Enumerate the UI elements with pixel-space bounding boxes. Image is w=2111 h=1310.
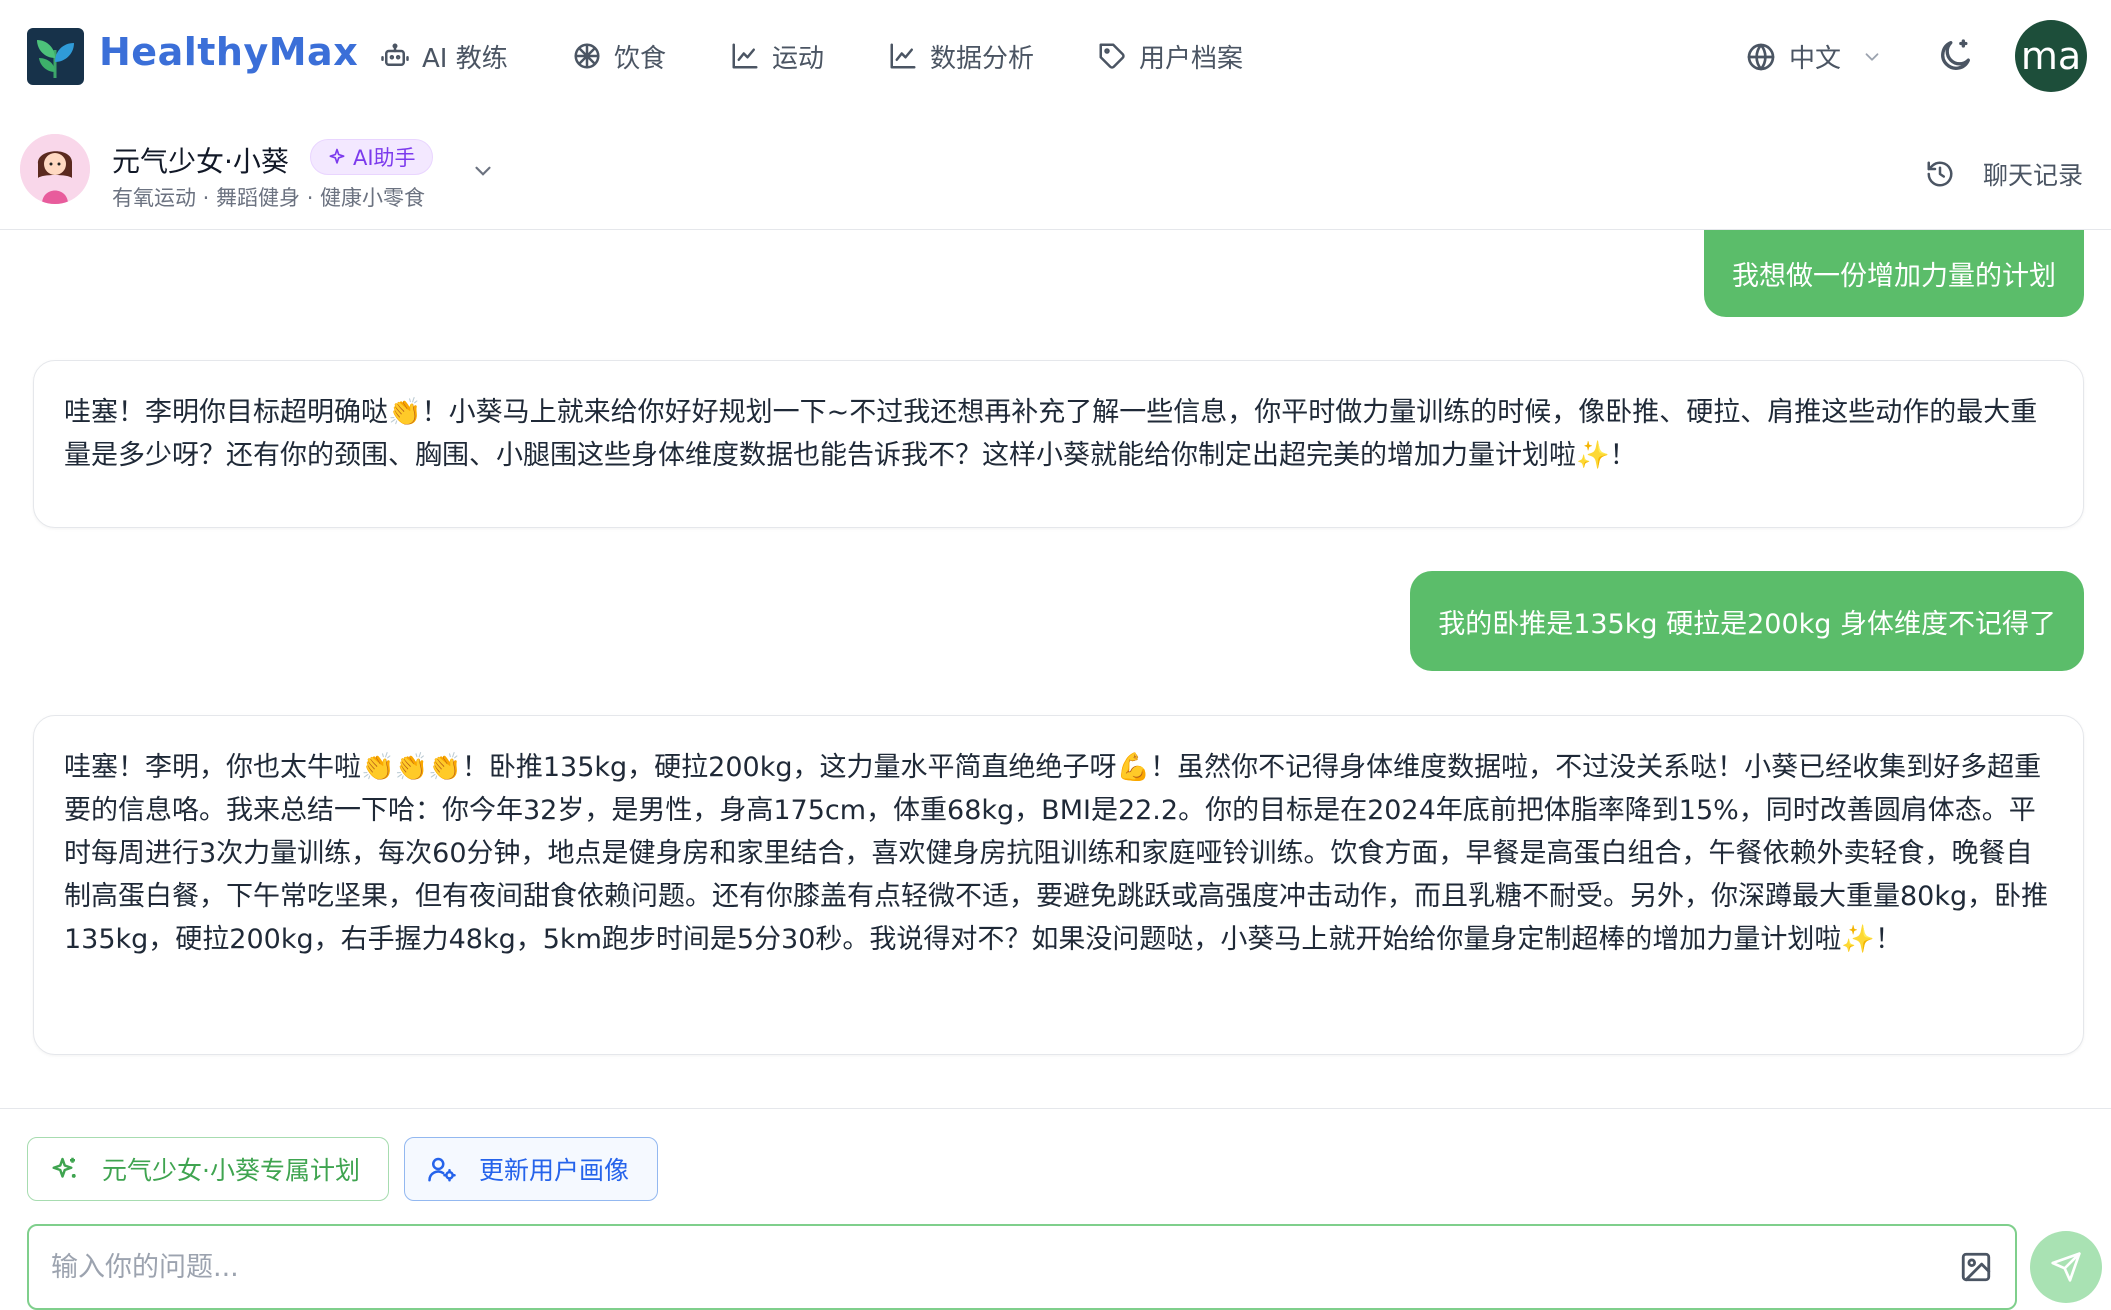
healthymax-logo[interactable] xyxy=(27,28,84,85)
send-icon xyxy=(2051,1252,2081,1282)
history-icon xyxy=(1927,161,1953,187)
nav-diet[interactable]: 饮食 xyxy=(572,38,666,74)
tag-icon xyxy=(1099,43,1125,69)
chat-history-label: 聊天记录 xyxy=(1983,161,2084,190)
message-text: 哇塞！李明，你也太牛啦👏👏👏！卧推135kg，硬拉200kg，这力量水平简直绝绝… xyxy=(64,752,2049,955)
nav-ai-coach[interactable]: AI 教练 xyxy=(380,38,508,74)
nav-diet-label: 饮食 xyxy=(614,43,667,74)
image-upload-button[interactable] xyxy=(1959,1250,1993,1284)
moon-icon xyxy=(1941,39,1970,70)
user-settings-icon xyxy=(428,1157,456,1182)
nav-exercise-label: 运动 xyxy=(772,43,825,74)
chevron-down-icon xyxy=(1865,52,1879,61)
ai-badge-label: AI助手 xyxy=(353,146,416,170)
chat-input-container xyxy=(27,1224,2017,1310)
assistant-message: 哇塞！李明，你也太牛啦👏👏👏！卧推135kg，硬拉200kg，这力量水平简直绝绝… xyxy=(33,715,2084,1055)
input-divider xyxy=(0,1108,2111,1109)
nav-user-profile-label: 用户档案 xyxy=(1139,43,1244,74)
sparkle-icon xyxy=(329,148,345,164)
nav-data-analysis[interactable]: 数据分析 xyxy=(888,38,1034,74)
sparkles-icon xyxy=(52,1157,76,1178)
chevron-down-icon xyxy=(475,166,491,176)
chart-line-icon xyxy=(732,43,758,69)
assistant-message: 哇塞！李明你目标超明确哒👏！小葵马上就来给你好好规划一下~不过我还想再补充了解一… xyxy=(33,360,2084,528)
update-user-profile-label: 更新用户画像 xyxy=(479,1156,630,1185)
assistant-name: 元气少女·小葵 xyxy=(112,145,289,178)
chart-line-icon xyxy=(890,43,916,69)
top-navigation: HealthyMax AI 教练 饮食 运动 数据分析 用户档案 中文 ma xyxy=(0,0,2111,113)
theme-toggle[interactable] xyxy=(1935,36,1975,80)
ai-assistant-badge: AI助手 xyxy=(310,139,433,175)
user-avatar[interactable]: ma xyxy=(2015,20,2087,92)
chat-input[interactable] xyxy=(51,1251,1959,1283)
update-user-profile-button[interactable]: 更新用户画像 xyxy=(404,1137,658,1201)
assistant-switcher[interactable] xyxy=(470,158,496,188)
nav-user-profile[interactable]: 用户档案 xyxy=(1097,38,1243,74)
language-selector[interactable]: 中文 xyxy=(1745,38,1883,75)
chat-history-button[interactable]: 聊天记录 xyxy=(1925,156,2083,192)
nav-data-analysis-label: 数据分析 xyxy=(930,43,1035,74)
image-icon xyxy=(1961,1252,1991,1282)
exclusive-plan-label: 元气少女·小葵专属计划 xyxy=(102,1156,360,1185)
nav-ai-coach-label: AI 教练 xyxy=(422,43,508,74)
robot-icon xyxy=(381,43,409,66)
language-label: 中文 xyxy=(1789,44,1842,74)
food-icon xyxy=(574,43,600,69)
nav-exercise[interactable]: 运动 xyxy=(730,38,824,74)
exclusive-plan-button[interactable]: 元气少女·小葵专属计划 xyxy=(27,1137,389,1201)
brand-name[interactable]: HealthyMax xyxy=(99,30,358,74)
assistant-header: 元气少女·小葵 AI助手 有氧运动 · 舞蹈健身 · 健康小零食 聊天记录 xyxy=(0,120,2111,230)
user-message: 我想做一份增加力量的计划 xyxy=(1704,230,2084,317)
assistant-tags: 有氧运动 · 舞蹈健身 · 健康小零食 xyxy=(112,186,426,210)
user-message: 我的卧推是135kg 硬拉是200kg 身体维度不记得了 xyxy=(1410,571,2084,671)
message-text: 我想做一份增加力量的计划 xyxy=(1732,261,2056,292)
assistant-avatar[interactable] xyxy=(20,134,90,204)
message-text: 我的卧推是135kg 硬拉是200kg 身体维度不记得了 xyxy=(1438,608,2056,640)
send-button[interactable] xyxy=(2030,1231,2102,1303)
message-text: 哇塞！李明你目标超明确哒👏！小葵马上就来给你好好规划一下~不过我还想再补充了解一… xyxy=(64,397,2038,471)
globe-icon xyxy=(1747,43,1775,70)
